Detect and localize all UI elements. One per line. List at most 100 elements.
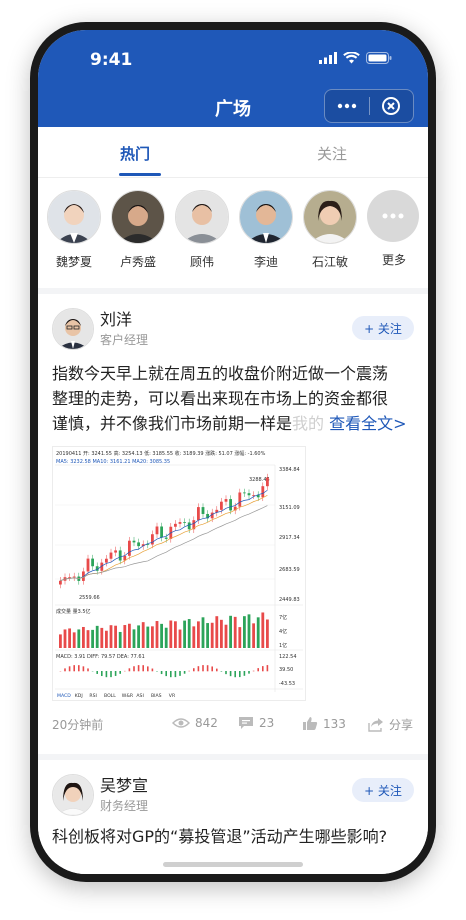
post-text[interactable]: 科创板将对GP的“募投管退”活动产生哪些影响?	[52, 824, 414, 849]
person-item[interactable]: 石江敏	[303, 190, 357, 270]
macd-bar	[243, 671, 246, 676]
candle-body	[128, 540, 131, 556]
macd-bar	[252, 670, 255, 672]
candle-body	[68, 577, 71, 579]
post-time: 20分钟前	[52, 718, 104, 732]
tab-following[interactable]: 关注	[317, 143, 347, 164]
macd-bar	[105, 671, 108, 678]
macd-bar	[151, 668, 154, 672]
home-indicator	[163, 862, 303, 867]
candle-body	[164, 537, 168, 539]
candle-body	[174, 523, 177, 527]
indicator-tab[interactable]: RSI	[89, 693, 96, 699]
indicator-tab[interactable]: BIAS	[151, 693, 162, 699]
macd-bar	[234, 671, 236, 678]
macd-bar	[128, 668, 131, 672]
candle-body	[178, 522, 182, 524]
indicator-tab[interactable]: KDJ	[75, 693, 83, 699]
views-count: 842	[195, 716, 218, 730]
candle-body	[137, 542, 140, 547]
volume-bar	[128, 623, 131, 648]
close-circle-icon	[382, 97, 401, 115]
candle-body	[91, 558, 94, 567]
volume-bar	[187, 619, 191, 648]
macd-bar	[133, 666, 135, 672]
person-name: 李迪	[253, 255, 278, 269]
volume-bar	[183, 620, 186, 648]
more-circle	[367, 190, 419, 242]
indicator-tab[interactable]: MACD	[57, 693, 71, 699]
indicator-tab[interactable]: BOLL	[104, 693, 116, 699]
macd-bar	[170, 671, 172, 678]
volume-bar	[206, 623, 209, 648]
volume-bar	[164, 627, 168, 648]
close-button[interactable]	[370, 90, 414, 122]
read-more-link[interactable]: 查看全文>	[329, 414, 406, 433]
tab-bar: 热门 关注	[38, 127, 428, 178]
candle-body	[187, 522, 191, 530]
person-name: 顾伟	[189, 255, 214, 269]
indicator-tab[interactable]: ASI	[136, 693, 143, 699]
post-card: 吴梦宣 财务经理 + 关注 科创板将对GP的“募投管退”活动产生哪些影响?	[38, 760, 428, 874]
macd-bar	[220, 671, 223, 672]
volume-bar	[238, 627, 242, 648]
share-button[interactable]: 分享	[368, 716, 413, 733]
person-item[interactable]: 李迪	[239, 190, 293, 270]
author-avatar[interactable]	[52, 308, 94, 350]
volume-label: 成交量 量3.5亿	[56, 608, 91, 615]
y-tick: 2917.34	[279, 535, 300, 541]
status-icons	[319, 52, 392, 64]
macd-tick: 122.54	[279, 654, 297, 660]
more-people-button[interactable]: 更多	[367, 190, 421, 268]
volume-bar	[95, 625, 99, 648]
person-item[interactable]: 卢秀盛	[111, 190, 165, 270]
person-item[interactable]: 顾伟	[175, 190, 229, 270]
stock-chart-image[interactable]: 20190411 开: 3241.55 高: 3254.13 低: 3185.5…	[52, 446, 306, 701]
author-name[interactable]: 刘洋	[100, 306, 132, 330]
person-name: 石江敏	[311, 255, 348, 269]
candlestick-series	[59, 473, 269, 589]
volume-bar	[91, 629, 94, 648]
volume-bar	[229, 615, 232, 648]
follow-button[interactable]: + 关注	[352, 778, 414, 802]
indicator-tab[interactable]: VR	[169, 693, 176, 699]
ellipsis-icon	[382, 213, 404, 219]
macd-bar	[188, 670, 190, 672]
likes-stat[interactable]: 133	[302, 716, 346, 731]
candle-body	[59, 580, 62, 585]
macd-bar	[193, 668, 195, 672]
ma20-line	[60, 505, 268, 582]
person-item[interactable]: 魏梦夏	[47, 190, 101, 270]
volume-bar	[86, 630, 90, 648]
stock-chart: 20190411 开: 3241.55 高: 3254.13 低: 3185.5…	[55, 450, 303, 699]
macd-bar	[147, 666, 149, 672]
volume-bar	[77, 629, 81, 648]
macd-label: MACD: 3.91 DIFF: 79.57 DEA: 77.61	[56, 654, 145, 660]
share-label: 分享	[389, 718, 414, 732]
author-avatar[interactable]	[52, 774, 94, 816]
header: 9:41 广场	[38, 30, 428, 127]
volume-bar	[118, 631, 122, 648]
macd-bar	[137, 665, 140, 672]
candle-body	[114, 550, 117, 553]
volume-bar	[155, 621, 159, 648]
author-name[interactable]: 吴梦宣	[100, 772, 148, 796]
indicator-tab[interactable]: W&R	[122, 693, 134, 699]
volume-tick: 4亿	[279, 628, 287, 635]
more-options-button[interactable]	[325, 90, 369, 122]
macd-bar	[262, 666, 264, 672]
macd-histogram	[59, 665, 269, 678]
volume-bar	[215, 616, 219, 648]
candle-body	[72, 576, 76, 578]
eye-icon	[172, 718, 190, 728]
volume-bar	[109, 625, 113, 648]
tab-hot[interactable]: 热门	[120, 143, 150, 164]
views-stat[interactable]: 842	[172, 716, 218, 730]
likes-count: 133	[323, 716, 346, 731]
post-text[interactable]: 指数今天早上就在周五的收盘价附近做一个震荡 整理的走势，可以看出来现在市场上的资…	[52, 361, 414, 436]
macd-bar	[78, 665, 80, 672]
comments-stat[interactable]: 23	[238, 716, 274, 730]
macd-bar	[266, 665, 269, 672]
follow-button[interactable]: + 关注	[352, 316, 414, 340]
volume-bar	[220, 619, 223, 648]
